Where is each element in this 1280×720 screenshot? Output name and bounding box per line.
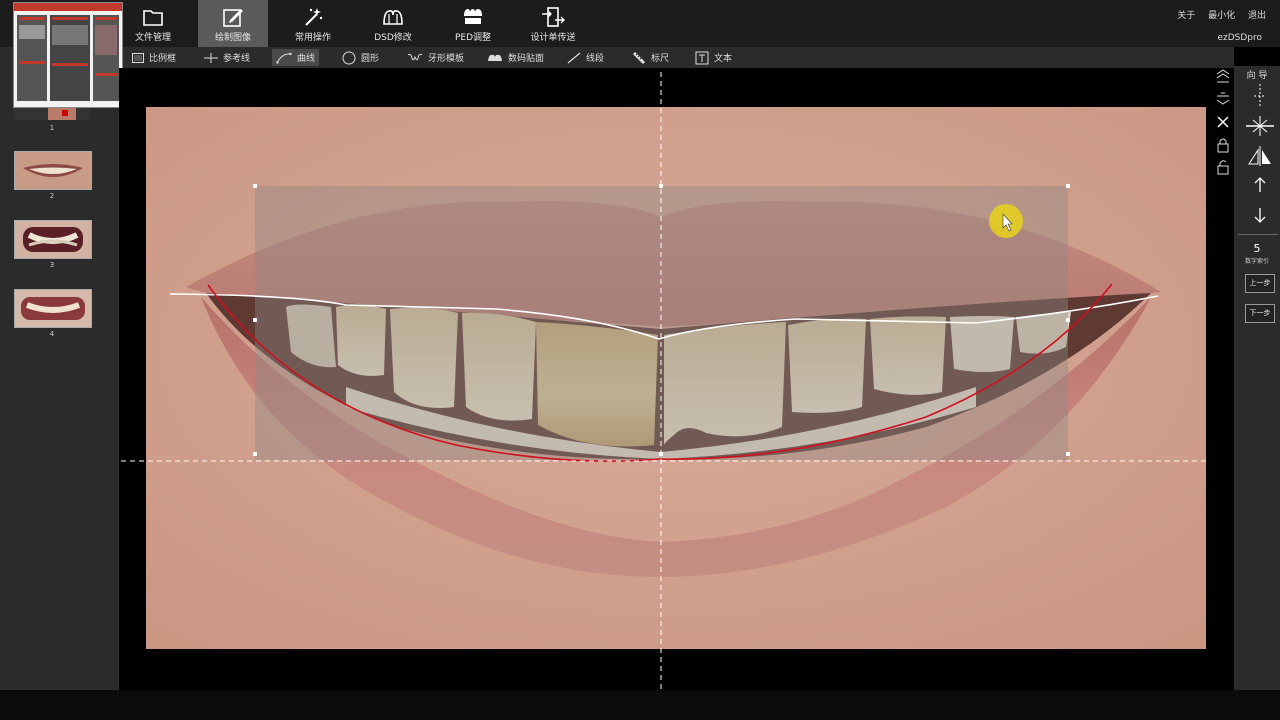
panel-divider <box>1238 234 1278 235</box>
layer-up-icon <box>1216 69 1230 83</box>
layer-icon-column <box>1212 66 1234 186</box>
status-bar <box>0 690 1280 720</box>
reference-guides <box>121 72 1210 690</box>
guide-tool-icons <box>1246 84 1274 223</box>
close-icon <box>1217 116 1229 128</box>
step-label: 数字索引 <box>1244 258 1269 265</box>
unlock-icon <box>1217 160 1229 175</box>
midline-guide-icon <box>1246 116 1274 136</box>
layer-down-icon <box>1216 92 1230 105</box>
step-number: 5 <box>1253 242 1261 255</box>
arrow-down-icon <box>1254 208 1266 223</box>
next-step-button[interactable]: 下一步 <box>1245 304 1275 323</box>
arrow-up-icon <box>1254 177 1266 192</box>
lock-icon <box>1217 138 1229 153</box>
mirror-icon <box>1248 146 1271 166</box>
vertical-guide-icon <box>1254 84 1266 108</box>
prev-step-button[interactable]: 上一步 <box>1245 274 1275 293</box>
